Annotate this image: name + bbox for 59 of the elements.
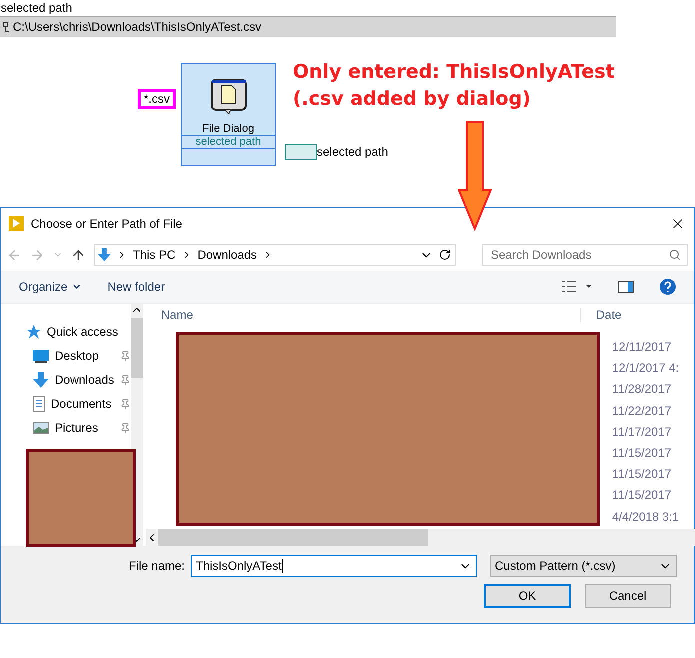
path-field[interactable]: C:\Users\chris\Downloads\ThisIsOnlyATest.csv [0,16,616,37]
refresh-icon[interactable] [439,249,451,261]
view-list-icon[interactable] [562,281,592,293]
app-icon [9,216,24,231]
pin-icon [120,350,132,362]
indicator-label: selected path [317,145,388,159]
nav-item[interactable]: Quick access [27,323,132,341]
path-icon [3,22,10,32]
date-cell-text: 11/15/2017 [612,466,673,484]
address-bar[interactable]: This PC Downloads [94,244,456,266]
column-header[interactable]: Date [581,308,695,322]
file-dialog-node[interactable]: File Dialog selected path [181,63,276,166]
annotation-text: (.csv added by dialog) [293,87,532,112]
node-title: File Dialog [202,123,254,135]
date-cell-text: 11/22/2017 [612,402,673,420]
up-icon[interactable] [71,248,86,262]
breadcrumb-item[interactable]: Downloads [198,248,258,262]
scrollbar-thumb[interactable] [158,529,428,546]
toolbar-button[interactable]: Organize [19,280,82,294]
file-dialog-icon [210,79,246,115]
nav-item[interactable]: Pictures [33,419,132,437]
help-icon[interactable] [660,279,676,295]
date-cell-text: 11/28/2017 [612,381,673,398]
date-cell-text: 4/4/2018 3:1 [612,508,680,526]
download-arrow-icon [98,248,111,262]
breadcrumb-item[interactable]: This PC [133,248,176,262]
download-arrow-icon [33,372,49,388]
monitor-icon [33,350,49,362]
scrollbar-thumb[interactable] [131,318,144,378]
pin-icon [120,422,132,434]
window-title: Choose or Enter Path of File [31,216,184,230]
toolbar-button[interactable]: New folder [108,280,166,294]
column-header[interactable]: Name [146,308,582,322]
dialog-button[interactable]: OK [484,584,571,608]
date-cell-text: 12/1/2017 4: [612,360,680,378]
search-field[interactable]: Search Downloads [482,244,688,266]
date-cell-text: 11/17/2017 [612,424,673,441]
nav-item[interactable]: Desktop [33,347,132,365]
star-icon [27,325,41,339]
nav-item[interactable]: Documents [33,395,132,413]
picture-icon [33,422,49,434]
file-name-label: File name: [128,559,185,573]
output-terminal[interactable]: selected path [182,135,275,149]
file-type-dropdown[interactable]: Custom Pattern (*.csv) [490,555,677,577]
file-name-field[interactable]: ThisIsOnlyATest [191,555,477,577]
dialog-button[interactable]: Cancel [585,584,671,608]
indicator-label: selected path [0,0,74,15]
search-icon [669,249,681,261]
string-constant[interactable]: *.csv [138,89,176,109]
nav-item[interactable]: Downloads [33,371,132,389]
path-indicator[interactable] [285,144,317,160]
preview-pane-icon[interactable] [618,281,634,293]
annotation-text: Only entered: ThisIsOnlyATest [293,60,615,85]
pin-icon [120,398,132,410]
document-icon [33,396,45,412]
date-cell-text: 11/15/2017 [612,444,673,462]
pin-icon [120,374,132,386]
date-cell-text: 11/15/2017 [612,487,673,504]
date-cell-text: 12/11/2017 [612,339,673,356]
